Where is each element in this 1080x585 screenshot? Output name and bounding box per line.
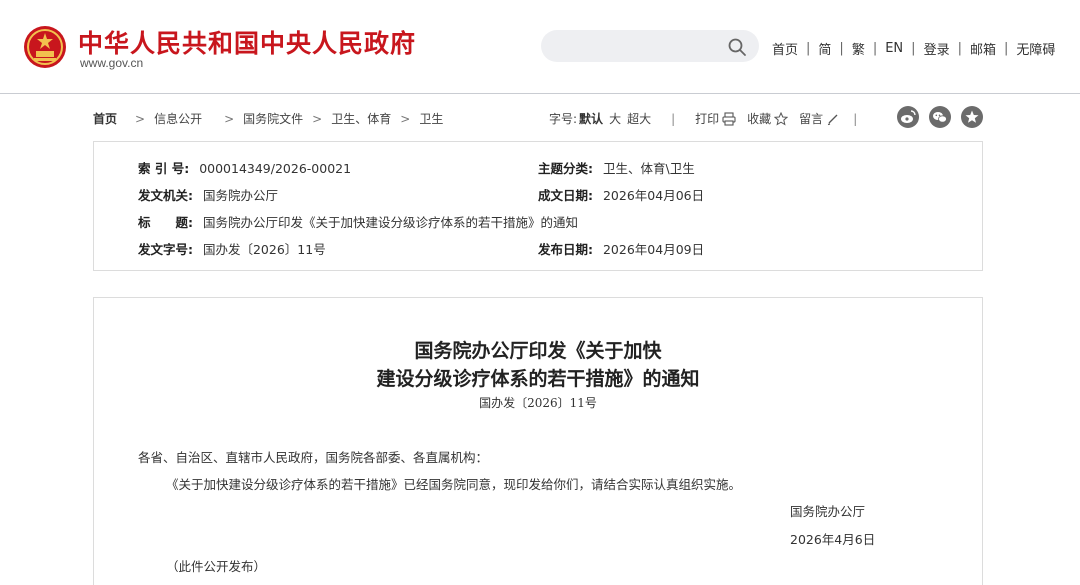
meta-index-label: 索 引 号: <box>138 161 190 176</box>
breadcrumb-separator: > <box>400 111 411 126</box>
tools-divider: | <box>853 111 858 126</box>
document-metadata: 索 引 号: 000014349/2026-00021 主题分类: 卫生、体育\… <box>93 141 983 271</box>
breadcrumb-separator: > <box>312 111 323 126</box>
nav-accessibility-link[interactable]: 无障碍 <box>1016 39 1055 58</box>
font-xlarge-button[interactable]: 超大 <box>627 110 651 127</box>
article-sign-date: 2026年4月6日 <box>790 532 876 547</box>
article-title-line2: 建设分级诊疗体系的若干措施》的通知 <box>376 368 700 390</box>
share-icons <box>897 106 983 128</box>
nav-english-link[interactable]: EN <box>885 41 903 56</box>
meta-docno-label: 发文字号: <box>138 242 193 257</box>
meta-index-value: 000014349/2026-00021 <box>199 161 352 176</box>
meta-title-label: 标 题: <box>138 215 193 230</box>
breadcrumb-health[interactable]: 卫生 <box>419 110 443 127</box>
breadcrumb-separator: > <box>135 111 146 126</box>
printer-icon[interactable] <box>722 111 736 126</box>
article-content: 国务院办公厅印发《关于加快 建设分级诊疗体系的若干措施》的通知 国办发〔2026… <box>93 297 983 585</box>
nav-login-link[interactable]: 登录 <box>924 39 950 58</box>
meta-written-date-label: 成文日期: <box>538 188 593 203</box>
meta-published-date-row: 发布日期: 2026年04月09日 <box>538 239 704 258</box>
breadcrumb-bar: 首页 > 信息公开 > 国务院文件 > 卫生、体育 > 卫生 字号: 默认 大 … <box>93 104 983 132</box>
meta-docno-row: 发文字号: 国办发〔2026〕11号 <box>138 239 326 258</box>
breadcrumb-state-council-docs[interactable]: 国务院文件 <box>243 110 303 127</box>
breadcrumb-separator: > <box>224 111 235 126</box>
meta-title-row: 标 题: 国务院办公厅印发《关于加快建设分级诊疗体系的若干措施》的通知 <box>138 212 578 231</box>
nav-separator: | <box>911 41 916 56</box>
breadcrumb-info-disclosure[interactable]: 信息公开 <box>154 110 202 127</box>
meta-issuer-label: 发文机关: <box>138 188 193 203</box>
meta-written-date-row: 成文日期: 2026年04月06日 <box>538 185 704 204</box>
comment-button[interactable]: 留言 <box>799 110 823 127</box>
article-publication-note: （此件公开发布） <box>166 559 267 574</box>
meta-title-value: 国务院办公厅印发《关于加快建设分级诊疗体系的若干措施》的通知 <box>202 215 578 230</box>
meta-category-label: 主题分类: <box>538 161 593 176</box>
article-doc-number: 国办发〔2026〕11号 <box>479 396 597 410</box>
nav-separator: | <box>957 41 962 56</box>
article-body-paragraph: 《关于加快建设分级诊疗体系的若干措施》已经国务院同意，现印发给你们，请结合实际认… <box>166 477 742 492</box>
meta-category-value: 卫生、体育\卫生 <box>602 161 695 176</box>
meta-index-row: 索 引 号: 000014349/2026-00021 <box>138 158 351 177</box>
wechat-icon[interactable] <box>929 106 951 128</box>
nav-traditional-link[interactable]: 繁 <box>852 39 865 58</box>
nav-simplified-link[interactable]: 简 <box>818 39 831 58</box>
top-nav: 首页 | 简 | 繁 | EN | 登录 | 邮箱 | 无障碍 <box>772 39 1055 58</box>
site-url[interactable]: www.gov.cn <box>80 56 143 70</box>
tools-divider: | <box>671 111 676 126</box>
font-size-label: 字号: <box>549 112 578 126</box>
meta-category-row: 主题分类: 卫生、体育\卫生 <box>538 158 695 177</box>
breadcrumb-home[interactable]: 首页 <box>93 110 117 127</box>
site-header: 中华人民共和国中央人民政府 www.gov.cn 首页 | 简 | 繁 | EN… <box>0 0 1080 94</box>
article-tools: 字号: 默认 大 超大 | 打印 收藏 留言 | <box>549 110 863 127</box>
nav-separator: | <box>806 41 811 56</box>
article-title-line1: 国务院办公厅印发《关于加快 <box>414 340 662 362</box>
site-title[interactable]: 中华人民共和国中央人民政府 <box>78 24 416 60</box>
national-emblem-icon[interactable] <box>22 24 68 70</box>
breadcrumb-health-sports[interactable]: 卫生、体育 <box>331 110 391 127</box>
meta-written-date-value: 2026年04月06日 <box>602 188 705 203</box>
nav-mailbox-link[interactable]: 邮箱 <box>970 39 996 58</box>
article-salutation: 各省、自治区、直辖市人民政府，国务院各部委、各直属机构： <box>138 450 489 465</box>
star-outline-icon[interactable] <box>774 111 789 126</box>
breadcrumb: 首页 > 信息公开 > 国务院文件 > 卫生、体育 > 卫生 <box>93 110 443 127</box>
meta-docno-value: 国办发〔2026〕11号 <box>202 242 326 257</box>
search-box <box>541 30 759 62</box>
nav-separator: | <box>872 41 878 56</box>
nav-separator: | <box>1003 41 1009 56</box>
weibo-icon[interactable] <box>897 106 919 128</box>
star-icon[interactable] <box>961 106 983 128</box>
search-input[interactable] <box>553 30 728 62</box>
pencil-icon[interactable] <box>826 112 840 126</box>
font-large-button[interactable]: 大 <box>609 110 621 127</box>
print-button[interactable]: 打印 <box>695 110 719 127</box>
favorite-button[interactable]: 收藏 <box>747 110 771 127</box>
font-default-button[interactable]: 默认 <box>579 110 603 127</box>
nav-separator: | <box>839 41 844 56</box>
article-signature: 国务院办公厅 <box>790 504 866 519</box>
search-icon[interactable] <box>727 37 747 57</box>
meta-issuer-row: 发文机关: 国务院办公厅 <box>138 185 278 204</box>
nav-home-link[interactable]: 首页 <box>772 39 798 58</box>
meta-issuer-value: 国务院办公厅 <box>202 188 278 203</box>
meta-published-date-label: 发布日期: <box>538 242 593 257</box>
meta-published-date-value: 2026年04月09日 <box>602 242 705 257</box>
